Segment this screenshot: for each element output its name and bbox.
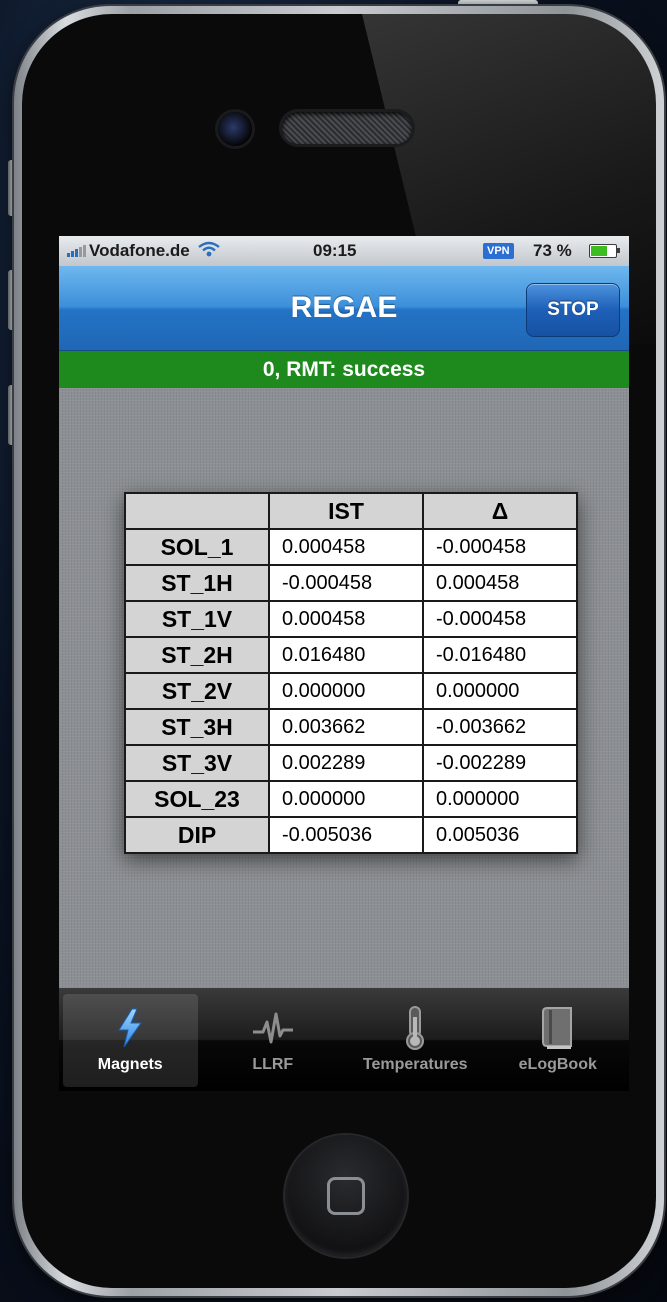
table-row: ST_2V 0.000000 0.000000 [124,672,578,710]
wifi-icon [198,241,220,262]
navigation-bar: REGAE STOP [59,266,629,351]
table-row: ST_2H 0.016480 -0.016480 [124,636,578,674]
book-icon [541,1006,575,1050]
thermometer-icon [403,1006,427,1050]
tab-label-elogbook: eLogBook [518,1056,597,1073]
ist-value-cell: 0.000000 [268,672,424,710]
stop-button[interactable]: STOP [526,283,620,337]
table-row: ST_1H -0.000458 0.000458 [124,564,578,602]
row-name-cell: ST_2H [124,636,270,674]
ist-value-cell: 0.000458 [268,600,424,638]
ist-value-cell: 0.016480 [268,636,424,674]
row-name-cell: ST_3V [124,744,270,782]
table-row: ST_3V 0.002289 -0.002289 [124,744,578,782]
tab-temperatures[interactable]: Temperatures [344,988,487,1091]
delta-value-cell: -0.000458 [422,528,578,566]
table-header-row: IST Δ [124,492,578,530]
tab-magnets[interactable]: Magnets [59,988,202,1091]
column-header-delta: Δ [422,492,578,530]
home-square-icon [327,1177,365,1215]
ist-value-cell: 0.003662 [268,708,424,746]
tab-label-magnets: Magnets [97,1056,163,1073]
row-name-cell: ST_1H [124,564,270,602]
row-name-cell: ST_3H [124,708,270,746]
tab-label-temperatures: Temperatures [362,1056,468,1073]
battery-icon [589,244,620,258]
ist-value-cell: 0.002289 [268,744,424,782]
status-message-bar: 0, RMT: success [59,351,629,388]
status-bar: Vodafone.de 09:15 VPN 73 % [59,236,629,266]
ist-value-cell: -0.000458 [268,564,424,602]
lightning-icon [115,1006,145,1050]
tab-label-llrf: LLRF [252,1056,294,1073]
delta-value-cell: -0.002289 [422,744,578,782]
carrier-name: Vodafone.de [89,241,190,260]
delta-value-cell: 0.000458 [422,564,578,602]
delta-value-cell: 0.000000 [422,672,578,710]
row-name-cell: SOL_23 [124,780,270,818]
table-row: SOL_23 0.000000 0.000000 [124,780,578,818]
home-button[interactable] [285,1135,407,1257]
row-name-cell: ST_1V [124,600,270,638]
row-name-cell: DIP [124,816,270,854]
magnets-table: IST Δ SOL_1 0.000458 -0.000458 ST_1H -0.0004… [124,492,578,854]
tab-llrf[interactable]: LLRF [202,988,345,1091]
ist-value-cell: 0.000000 [268,780,424,818]
row-name-cell: SOL_1 [124,528,270,566]
app-screen: Vodafone.de 09:15 VPN 73 % REGAE STOP 0,… [59,236,629,1091]
delta-value-cell: -0.003662 [422,708,578,746]
delta-value-cell: -0.016480 [422,636,578,674]
row-name-cell: ST_2V [124,672,270,710]
ist-value-cell: -0.005036 [268,816,424,854]
signal-strength-icon [67,245,86,257]
delta-value-cell: -0.000458 [422,600,578,638]
table-row: DIP -0.005036 0.005036 [124,816,578,854]
delta-value-cell: 0.000000 [422,780,578,818]
waveform-icon [251,1006,295,1050]
column-header-name [124,492,270,530]
tab-bar: Magnets LLRF Temperatures eLogBook [59,988,629,1091]
table-row: SOL_1 0.000458 -0.000458 [124,528,578,566]
table-row: ST_3H 0.003662 -0.003662 [124,708,578,746]
tab-elogbook[interactable]: eLogBook [487,988,630,1091]
delta-value-cell: 0.005036 [422,816,578,854]
column-header-ist: IST [268,492,424,530]
table-row: ST_1V 0.000458 -0.000458 [124,600,578,638]
clock-time: 09:15 [313,241,357,260]
vpn-badge: VPN [483,243,514,259]
ist-value-cell: 0.000458 [268,528,424,566]
earpiece-speaker [282,112,412,144]
battery-percent: 73 % [533,241,572,260]
front-camera [218,112,252,146]
